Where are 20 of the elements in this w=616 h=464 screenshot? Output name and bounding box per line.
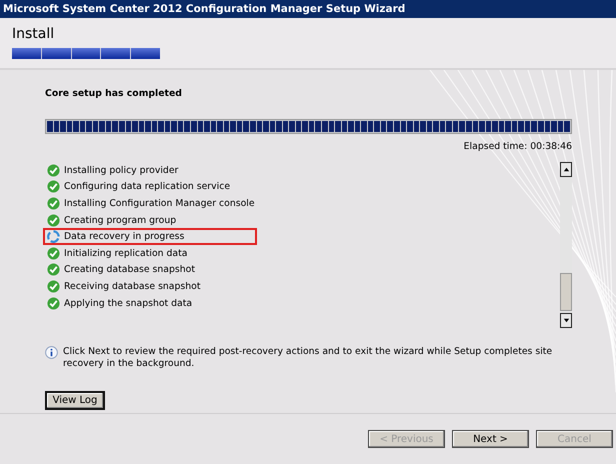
step-label: Configuring data replication service <box>64 181 230 192</box>
step-label: Creating program group <box>64 214 176 226</box>
step-label: Applying the snapshot data <box>64 298 192 309</box>
step-label: Data recovery in progress <box>64 231 184 242</box>
step-label: Receiving database snapshot <box>64 280 200 292</box>
view-log-button[interactable]: View Log <box>45 391 105 410</box>
scrollbar-thumb[interactable] <box>560 273 572 311</box>
step-label: Creating database snapshot <box>64 264 195 276</box>
step-label: Initializing replication data <box>64 248 188 259</box>
step-label: Installing Configuration Manager console <box>64 198 255 209</box>
page-title: Install <box>12 26 56 42</box>
elapsed-time: Elapsed time: 00:38:46 <box>462 141 572 152</box>
wizard-button[interactable]: Next > <box>452 430 529 448</box>
scroll-up-icon[interactable] <box>562 166 570 173</box>
window-title: Microsoft System Center 2012 Configuration Manager Setup Wizard <box>0 0 616 18</box>
info-icon <box>45 346 58 359</box>
step-label: Installing policy provider <box>64 164 178 176</box>
status-heading: Core setup has completed <box>45 88 183 99</box>
info-text: Click Next to review the required post-recovery actions and to exit the wizard while Setup completes site recovery in the background. <box>63 346 554 370</box>
scroll-down-icon[interactable] <box>562 317 570 324</box>
